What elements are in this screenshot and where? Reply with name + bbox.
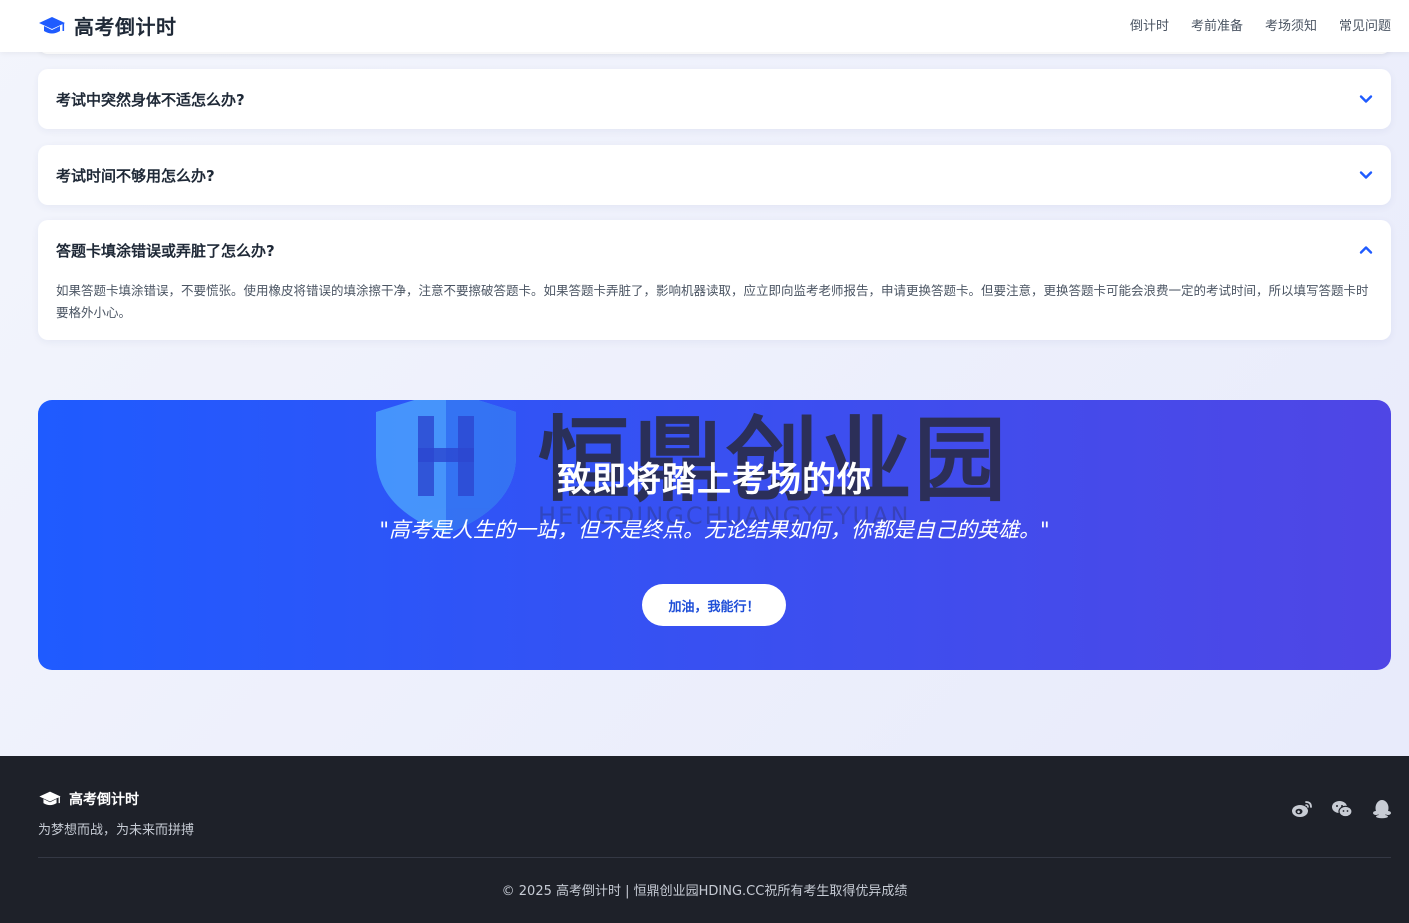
faq-answer: 如果答题卡填涂错误，不要慌张。使用橡皮将错误的填涂擦干净，注意不要擦破答题卡。如…: [56, 283, 1369, 320]
graduation-cap-icon: [39, 16, 65, 33]
footer-brand: 高考倒计时: [38, 789, 139, 809]
banner-quote: "高考是人生的一站，但不是终点。无论结果如何，你都是自己的英雄。": [379, 518, 1050, 542]
cheer-button[interactable]: 加油，我能行！: [642, 584, 786, 626]
faq-question-toggle[interactable]: 答题卡填涂错误或弄脏了怎么办?: [38, 220, 1391, 280]
brand-title: 高考倒计时: [74, 15, 177, 39]
nav-exam-rules[interactable]: 考场须知: [1265, 15, 1317, 34]
nav-preparation[interactable]: 考前准备: [1191, 15, 1243, 34]
site-footer: 高考倒计时 为梦想而战，为未来而拼搏 © 2025 高考倒计时 | 恒鼎创业园H…: [0, 756, 1409, 923]
chevron-down-icon: [1359, 95, 1373, 103]
faq-question: 考试时间不够用怎么办?: [56, 166, 215, 185]
encouragement-banner: 恒鼎创业园 HENGDINGCHUANGYEYUAN 致即将踏上考场的你 "高考…: [38, 400, 1391, 670]
top-header: 高考倒计时 倒计时 考前准备 考场须知 常见问题: [0, 0, 1409, 52]
faq-item: 考试中突然身体不适怎么办?: [38, 69, 1391, 129]
chevron-down-icon: [1359, 171, 1373, 179]
nav-countdown[interactable]: 倒计时: [1130, 15, 1169, 34]
footer-divider: [38, 857, 1391, 858]
faq-question: 答题卡填涂错误或弄脏了怎么办?: [56, 241, 275, 260]
brand[interactable]: 高考倒计时: [38, 11, 177, 40]
banner-title: 致即将踏上考场的你: [557, 460, 872, 500]
qq-icon[interactable]: [1371, 799, 1393, 819]
nav-faq[interactable]: 常见问题: [1339, 15, 1391, 34]
faq-item-expanded: 答题卡填涂错误或弄脏了怎么办? 如果答题卡填涂错误，不要慌张。使用橡皮将错误的填…: [38, 220, 1391, 340]
wechat-icon[interactable]: [1331, 799, 1353, 819]
faq-question-toggle[interactable]: 考试中突然身体不适怎么办?: [38, 69, 1391, 129]
footer-copyright: © 2025 高考倒计时 | 恒鼎创业园HDING.CC祝所有考生取得优异成绩: [501, 884, 908, 899]
main-nav: 倒计时 考前准备 考场须知 常见问题: [1130, 15, 1391, 34]
graduation-cap-icon: [39, 791, 61, 806]
faq-item: 考试时间不够用怎么办?: [38, 145, 1391, 205]
chevron-up-icon: [1359, 246, 1373, 254]
footer-slogan: 为梦想而战，为未来而拼搏: [38, 823, 195, 838]
footer-brand-title: 高考倒计时: [69, 792, 139, 808]
social-links: [1291, 799, 1393, 819]
faq-question: 考试中突然身体不适怎么办?: [56, 90, 245, 109]
weibo-icon[interactable]: [1291, 799, 1313, 819]
faq-question-toggle[interactable]: 考试时间不够用怎么办?: [38, 145, 1391, 205]
